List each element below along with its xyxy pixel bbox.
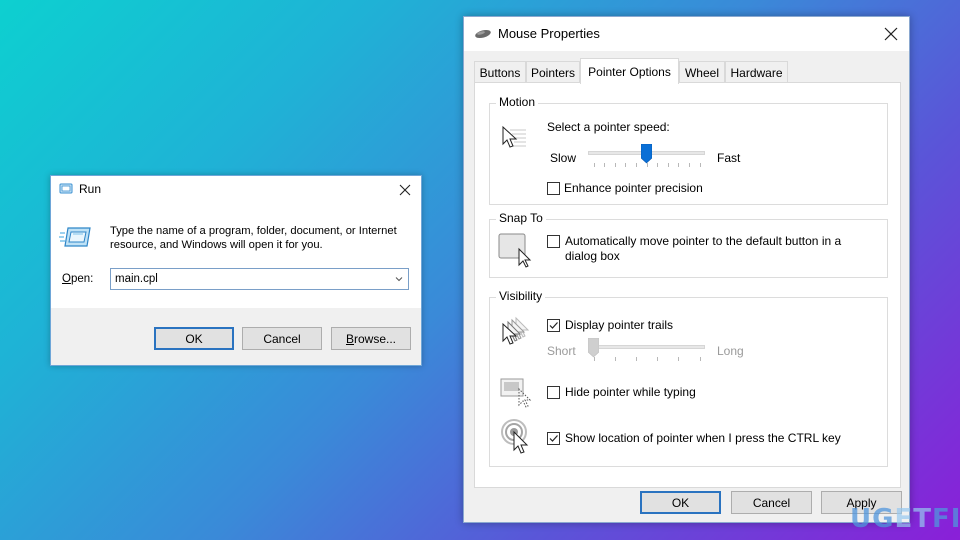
hide-typing-label[interactable]: Hide pointer while typing bbox=[565, 385, 696, 400]
mouse-cancel-button[interactable]: Cancel bbox=[731, 491, 812, 514]
visibility-group: Visibility Display pointer trails Short … bbox=[489, 289, 888, 467]
tab-wheel[interactable]: Wheel bbox=[679, 61, 725, 83]
pointer-trails-icon bbox=[502, 316, 530, 345]
hide-pointer-icon bbox=[500, 378, 532, 408]
run-title: Run bbox=[79, 182, 102, 196]
slider-tick bbox=[614, 163, 616, 167]
slider-tick bbox=[699, 163, 701, 167]
show-ctrl-checkbox[interactable] bbox=[547, 432, 560, 445]
slow-label: Slow bbox=[550, 151, 577, 165]
short-label: Short bbox=[547, 344, 576, 358]
slider-tick bbox=[635, 357, 637, 361]
motion-group: Motion Select a pointer speed: Slow Fast… bbox=[489, 95, 888, 205]
slider-tick bbox=[625, 163, 627, 167]
mouse-properties-titlebar[interactable]: Mouse Properties bbox=[464, 17, 909, 51]
tab-hardware[interactable]: Hardware bbox=[725, 61, 788, 83]
pointer-trails-checkbox[interactable] bbox=[547, 319, 560, 332]
slider-tick bbox=[635, 163, 637, 167]
hide-typing-checkbox[interactable] bbox=[547, 386, 560, 399]
run-cancel-button[interactable]: Cancel bbox=[242, 327, 322, 350]
slider-tick bbox=[593, 163, 595, 167]
tab-pointer-options[interactable]: Pointer Options bbox=[580, 58, 679, 84]
pointer-speed-label: Select a pointer speed: bbox=[547, 120, 670, 134]
pointer-trails-label[interactable]: Display pointer trails bbox=[565, 318, 673, 333]
slider-thumb[interactable] bbox=[641, 144, 652, 164]
pointer-options-panel: Motion Select a pointer speed: Slow Fast… bbox=[474, 82, 901, 488]
slider-track bbox=[588, 345, 705, 349]
run-close-icon[interactable] bbox=[395, 180, 415, 200]
run-dialog: Run Type the name of a program, folder, … bbox=[50, 175, 422, 366]
snap-to-icon bbox=[498, 233, 532, 268]
open-label: Open: bbox=[62, 273, 94, 285]
slider-thumb[interactable] bbox=[588, 338, 599, 358]
slider-ticks bbox=[588, 357, 705, 362]
checkmark-icon bbox=[549, 322, 558, 329]
run-ok-button[interactable]: OK bbox=[154, 327, 234, 350]
snap-to-label-line2[interactable]: dialog box bbox=[565, 249, 620, 264]
run-browse-button[interactable]: Browse... bbox=[331, 327, 411, 350]
snap-to-group-title: Snap To bbox=[496, 211, 546, 225]
run-titlebar[interactable]: Run bbox=[51, 176, 421, 204]
ugetfix-watermark: UGETFIX bbox=[850, 504, 960, 534]
show-location-icon bbox=[501, 419, 529, 454]
enhance-precision-label[interactable]: Enhance pointer precision bbox=[564, 181, 703, 196]
chevron-down-icon[interactable] bbox=[394, 274, 404, 284]
run-description: Type the name of a program, folder, docu… bbox=[110, 225, 397, 251]
slider-tick bbox=[604, 163, 606, 167]
snap-to-checkbox[interactable] bbox=[547, 235, 560, 248]
slider-tick bbox=[614, 357, 616, 361]
pointer-speed-slider[interactable] bbox=[588, 144, 705, 174]
slider-tick bbox=[667, 163, 669, 167]
mouse-ok-button[interactable]: OK bbox=[640, 491, 721, 514]
visibility-group-title: Visibility bbox=[496, 289, 546, 303]
mouse-properties-dialog: Mouse Properties Buttons Pointers Pointe… bbox=[463, 16, 910, 523]
snap-to-label-line1[interactable]: Automatically move pointer to the defaul… bbox=[565, 234, 841, 249]
mouse-properties-close-icon[interactable] bbox=[881, 24, 901, 44]
run-program-icon bbox=[59, 227, 91, 247]
snap-to-group: Snap To Automatically move pointer to th… bbox=[489, 211, 888, 278]
pointer-trails-slider[interactable] bbox=[588, 338, 705, 368]
show-ctrl-label[interactable]: Show location of pointer when I press th… bbox=[565, 431, 841, 446]
mouse-properties-title: Mouse Properties bbox=[498, 26, 600, 41]
enhance-precision-checkbox[interactable] bbox=[547, 182, 560, 195]
tab-buttons[interactable]: Buttons bbox=[474, 61, 526, 83]
open-input[interactable] bbox=[115, 271, 385, 287]
motion-group-title: Motion bbox=[496, 95, 539, 109]
slider-tick bbox=[678, 357, 680, 361]
tab-pointers[interactable]: Pointers bbox=[526, 61, 580, 83]
slider-tick bbox=[688, 163, 690, 167]
fast-label: Fast bbox=[717, 151, 741, 165]
long-label: Long bbox=[717, 344, 744, 358]
slider-tick bbox=[657, 357, 659, 361]
pointer-speed-icon bbox=[502, 125, 526, 148]
slider-tick bbox=[678, 163, 680, 167]
slider-tick bbox=[699, 357, 701, 361]
slider-tick bbox=[657, 163, 659, 167]
run-app-icon bbox=[59, 183, 73, 194]
checkmark-icon bbox=[549, 435, 558, 442]
open-combobox[interactable] bbox=[110, 268, 409, 290]
mouse-icon bbox=[475, 29, 491, 39]
